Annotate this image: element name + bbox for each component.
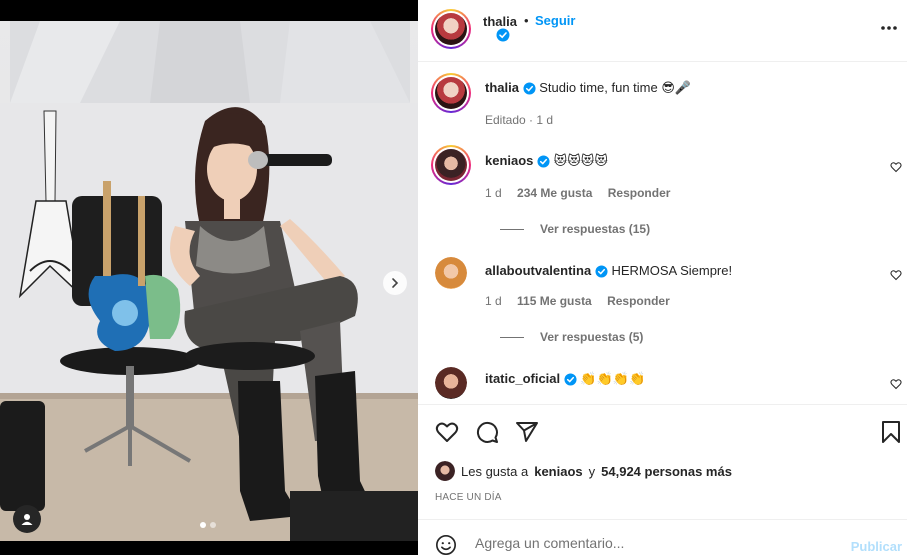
- verified-badge-icon: [496, 28, 510, 42]
- avatar-image: [435, 461, 455, 481]
- reply-button[interactable]: Responder: [608, 186, 671, 200]
- carousel-indicator: [200, 522, 216, 528]
- caption-text-line: thalia Studio time, fun time 😎🎤: [485, 80, 691, 96]
- post-header: thalia • Seguir: [418, 0, 907, 62]
- view-replies-label: Ver respuestas (5): [540, 330, 644, 344]
- likes-summary: Les gusta a keniaos y 54,924 personas má…: [435, 461, 732, 481]
- caption-emojis: 😎🎤: [661, 81, 692, 96]
- view-replies-button[interactable]: Ver respuestas (5): [500, 330, 643, 344]
- likes-prefix: Les gusta a: [461, 463, 529, 479]
- comment-meta: 1 d 115 Me gusta Responder: [485, 294, 670, 308]
- carousel-dot-2: [210, 522, 216, 528]
- likes-connector: y: [588, 463, 596, 479]
- comment-username[interactable]: itatic_oficial: [485, 371, 560, 386]
- comment-likes[interactable]: 234 Me gusta: [517, 186, 592, 200]
- post-side-panel: thalia • Seguir thalia Studio time, fun …: [418, 0, 907, 555]
- verified-badge-icon: [523, 82, 536, 95]
- avatar-image: [435, 257, 467, 289]
- author-avatar[interactable]: [431, 9, 471, 49]
- comment-bubble-icon[interactable]: [475, 420, 499, 444]
- comment-meta: 1 d 234 Me gusta Responder: [485, 186, 670, 200]
- replies-line: [500, 228, 524, 230]
- chevron-right-icon: [392, 278, 399, 288]
- like-comment-heart-icon[interactable]: [890, 161, 902, 173]
- save-bookmark-icon[interactable]: [880, 420, 902, 444]
- comment-avatar[interactable]: [431, 145, 471, 185]
- comment-age: 1 d: [485, 294, 502, 308]
- follow-button[interactable]: Seguir: [535, 13, 575, 28]
- caption-username[interactable]: thalia: [485, 80, 519, 95]
- verified-badge-icon: [595, 265, 608, 278]
- post-photo: [0, 21, 418, 541]
- view-replies-button[interactable]: Ver respuestas (15): [500, 222, 650, 236]
- separator-dot: •: [524, 13, 529, 28]
- comment-text: HERMOSA Siempre!: [611, 263, 733, 278]
- reply-button[interactable]: Responder: [607, 294, 670, 308]
- post-action-bar: [418, 404, 907, 456]
- like-heart-icon[interactable]: [435, 420, 459, 444]
- post-modal: thalia • Seguir thalia Studio time, fun …: [0, 0, 907, 555]
- comment-avatar[interactable]: [435, 367, 467, 399]
- caption-text: Studio time, fun time: [539, 80, 658, 95]
- comment-composer: Publicar: [418, 519, 907, 555]
- studio-photo-illustration: [0, 21, 418, 541]
- comment-text-line: keniaos 😻😻😻😻: [485, 153, 608, 169]
- user-tag-icon: [21, 514, 33, 525]
- caption-meta: Editado · 1 d: [485, 113, 554, 127]
- caption-avatar[interactable]: [431, 73, 471, 113]
- comment-likes[interactable]: 115 Me gusta: [517, 294, 592, 308]
- comment-avatar[interactable]: [435, 257, 467, 289]
- comments-list[interactable]: thalia Studio time, fun time 😎🎤 Editado …: [418, 63, 907, 403]
- emoji-picker-icon[interactable]: [435, 534, 457, 555]
- verified-badge-icon: [564, 373, 577, 386]
- comment-username[interactable]: allaboutvalentina: [485, 263, 591, 278]
- avatar-image: [435, 149, 467, 181]
- liker-avatar: [435, 461, 455, 481]
- comment-username[interactable]: keniaos: [485, 153, 533, 168]
- comment-age: 1 d: [485, 186, 502, 200]
- comment-input[interactable]: [475, 535, 835, 551]
- verified-badge-icon: [537, 155, 550, 168]
- comment-text: 👏👏👏👏: [580, 372, 646, 387]
- post-media: [0, 0, 418, 555]
- share-send-icon[interactable]: [515, 420, 539, 444]
- more-options-icon[interactable]: [880, 25, 898, 31]
- post-timestamp: HACE UN DÍA: [435, 492, 502, 503]
- avatar-image: [435, 77, 467, 109]
- comment-text-line: allaboutvalentina HERMOSA Siempre!: [485, 263, 732, 278]
- author-username[interactable]: thalia: [483, 14, 517, 29]
- replies-line: [500, 336, 524, 338]
- carousel-next-button[interactable]: [383, 271, 407, 295]
- publish-button[interactable]: Publicar: [851, 539, 902, 554]
- like-comment-heart-icon[interactable]: [890, 378, 902, 390]
- view-replies-label: Ver respuestas (15): [540, 222, 651, 236]
- avatar-image: [435, 13, 467, 45]
- avatar-image: [435, 367, 467, 399]
- liker-username[interactable]: keniaos: [534, 464, 582, 479]
- tagged-users-button[interactable]: [13, 505, 41, 533]
- like-comment-heart-icon[interactable]: [890, 269, 902, 281]
- carousel-dot-1: [200, 522, 206, 528]
- comment-text: 😻😻😻😻: [553, 154, 608, 169]
- comment-text-line: itatic_oficial 👏👏👏👏: [485, 371, 645, 387]
- likes-count[interactable]: 54,924 personas más: [601, 464, 732, 479]
